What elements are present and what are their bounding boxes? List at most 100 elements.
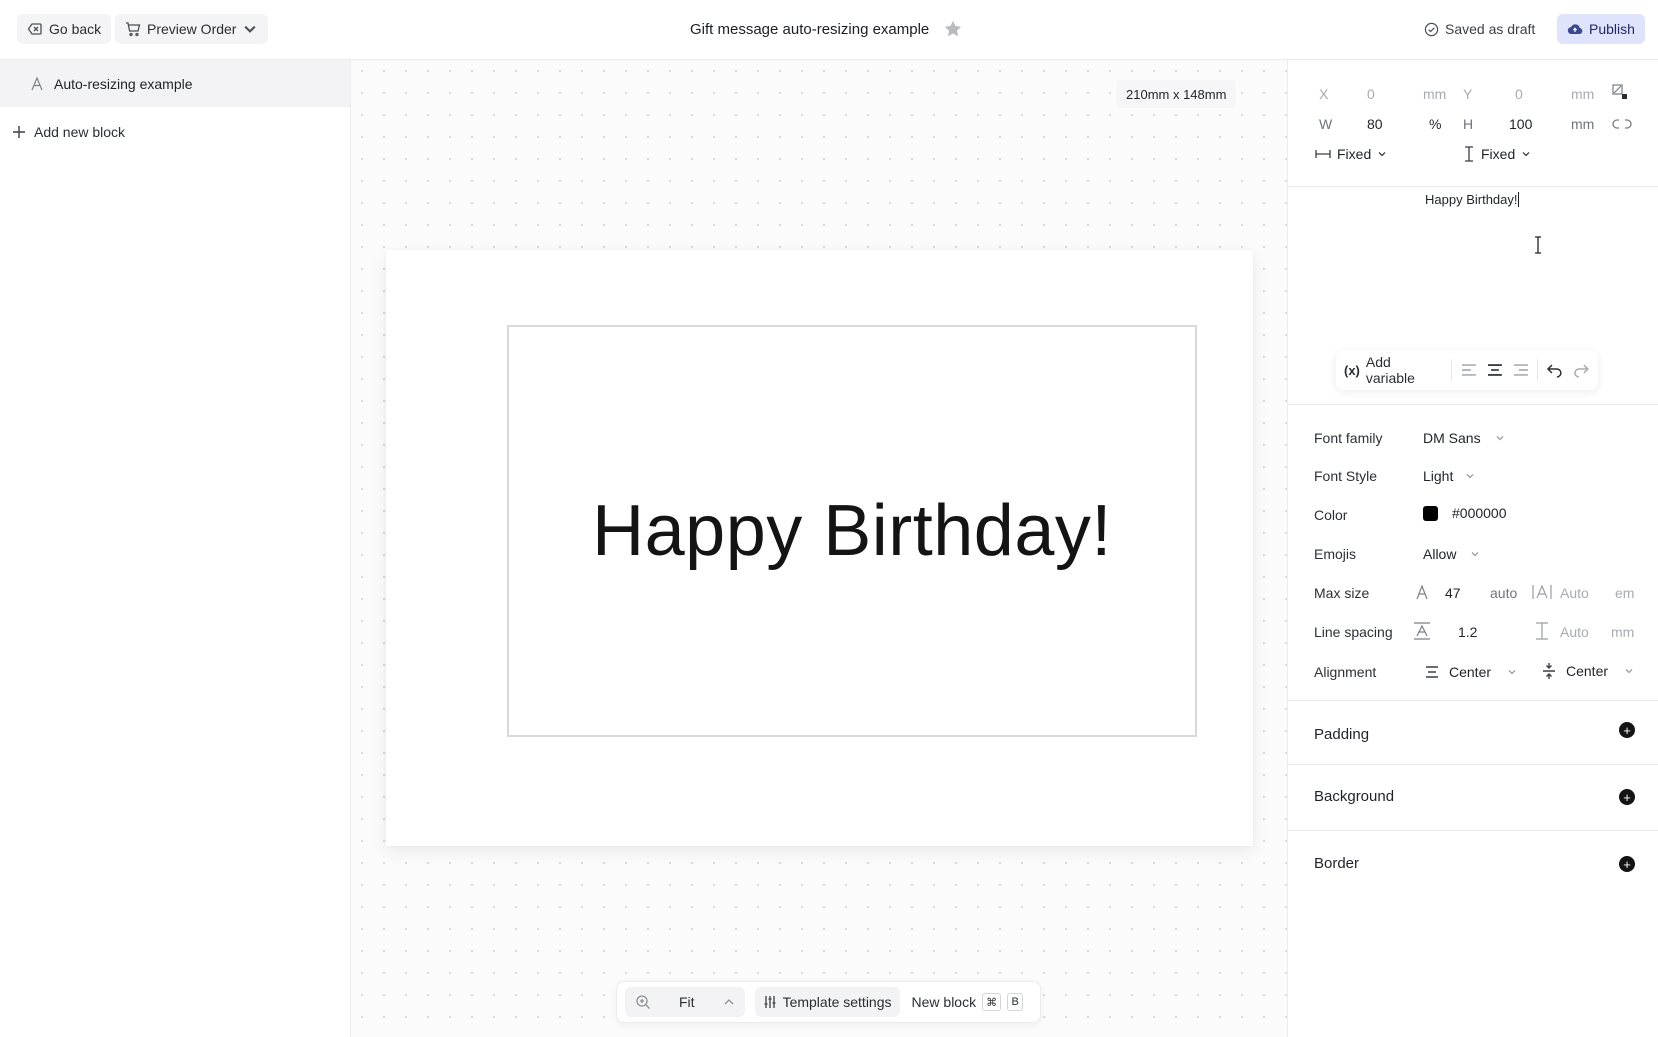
star-icon[interactable]: [943, 19, 963, 39]
y-input[interactable]: 0: [1515, 86, 1523, 102]
new-block-button[interactable]: New block ⌘ B: [910, 987, 1026, 1017]
app-root: Go back Preview Order Gift message auto-…: [0, 0, 1658, 1037]
h-label: H: [1463, 116, 1474, 132]
emojis-label: Emojis: [1314, 546, 1357, 562]
line-height-icon: [1414, 622, 1430, 640]
chevron-down-icon: [1508, 670, 1516, 675]
height-mode-select[interactable]: Fixed: [1463, 146, 1531, 162]
title-area: Gift message auto-resizing example: [690, 14, 963, 44]
sliders-icon: [764, 996, 776, 1008]
sidebar-item-auto-resizing-example[interactable]: Auto-resizing example: [0, 60, 350, 107]
cart-icon: [126, 22, 141, 37]
height-mode-label: Fixed: [1481, 146, 1516, 162]
add-new-block-label: Add new block: [34, 124, 126, 140]
font-style-select[interactable]: Light: [1423, 468, 1475, 484]
width-mode-select[interactable]: Fixed: [1315, 146, 1387, 162]
sidebar-item-label: Auto-resizing example: [54, 75, 193, 92]
card-page[interactable]: Happy Birthday!: [386, 250, 1253, 846]
horizontal-alignment-value: Center: [1449, 664, 1492, 680]
chevron-down-icon: [244, 25, 257, 33]
line-spacing-input[interactable]: 1.2: [1458, 624, 1477, 640]
add-border-icon[interactable]: +: [1619, 856, 1635, 872]
max-size-unit: em: [1615, 585, 1635, 601]
toolbar-divider: [1450, 359, 1452, 381]
text-editor[interactable]: Happy Birthday!: [1425, 192, 1519, 207]
new-block-label: New block: [911, 994, 977, 1010]
align-left-icon[interactable]: [1460, 363, 1478, 377]
h-input[interactable]: 100: [1509, 116, 1532, 132]
padding-section-title[interactable]: Padding: [1314, 726, 1369, 743]
text-block-frame[interactable]: Happy Birthday!: [507, 325, 1197, 737]
preview-order-button[interactable]: Preview Order: [115, 14, 269, 44]
chevron-down-icon: [1496, 436, 1504, 441]
horizontal-alignment-select[interactable]: Center: [1425, 664, 1517, 680]
color-label: Color: [1314, 507, 1348, 523]
divider: [1288, 404, 1658, 405]
go-back-button[interactable]: Go back: [17, 14, 112, 44]
undo-icon[interactable]: [1546, 362, 1564, 378]
vertical-alignment-select[interactable]: Center: [1542, 662, 1634, 680]
chevron-down-icon: [1378, 152, 1386, 157]
max-size-input[interactable]: 47: [1445, 585, 1461, 601]
line-spacing-unit: mm: [1611, 624, 1635, 640]
properties-panel: X 0 mm Y 0 mm W 80 % H 100 mm Fixed Fixe…: [1287, 60, 1658, 1037]
x-unit: mm: [1423, 86, 1447, 102]
background-section-title[interactable]: Background: [1314, 788, 1394, 805]
vertical-alignment-value: Center: [1566, 663, 1609, 679]
w-unit[interactable]: %: [1429, 116, 1441, 132]
h-unit[interactable]: mm: [1571, 116, 1594, 132]
w-label: W: [1319, 116, 1333, 132]
chevron-down-icon: [1466, 474, 1474, 479]
add-variable-button[interactable]: (x) Add variable: [1344, 354, 1443, 386]
align-center-icon[interactable]: [1486, 363, 1504, 377]
zoom-label: Fit: [679, 994, 695, 1010]
design-canvas[interactable]: 210mm x 148mm Happy Birthday! Fit Templa…: [351, 60, 1287, 1037]
template-settings-label: Template settings: [782, 994, 892, 1010]
x-input[interactable]: 0: [1367, 86, 1375, 102]
link-ratio-icon[interactable]: [1612, 116, 1632, 132]
vertical-resize-icon: [1465, 146, 1473, 162]
w-input[interactable]: 80: [1367, 116, 1383, 132]
line-spacing-label: Line spacing: [1314, 624, 1393, 640]
line-spacing-secondary-input[interactable]: Auto: [1560, 624, 1589, 640]
max-size-mode[interactable]: auto: [1490, 585, 1517, 601]
add-padding-icon[interactable]: +: [1619, 722, 1635, 738]
max-size-secondary-input[interactable]: Auto: [1560, 585, 1589, 601]
max-size-label: Max size: [1314, 585, 1370, 601]
y-unit: mm: [1571, 86, 1595, 102]
color-swatch[interactable]: [1423, 505, 1438, 521]
layers-sidebar: Auto-resizing example Add new block: [0, 60, 351, 1037]
redo-icon[interactable]: [1572, 362, 1590, 378]
zoom-control[interactable]: Fit: [625, 987, 745, 1017]
align-right-icon[interactable]: [1512, 363, 1530, 377]
template-settings-button[interactable]: Template settings: [754, 987, 900, 1017]
color-value[interactable]: #000000: [1452, 505, 1507, 521]
saved-status: Saved as draft: [1424, 14, 1535, 44]
width-mode-label: Fixed: [1337, 146, 1372, 162]
publish-button[interactable]: Publish: [1557, 14, 1645, 44]
text-block-content[interactable]: Happy Birthday!: [592, 490, 1112, 572]
divider: [1288, 830, 1658, 831]
add-variable-label: Add variable: [1365, 354, 1415, 386]
font-family-value: DM Sans: [1423, 430, 1481, 446]
plus-icon: [13, 126, 25, 138]
text-cursor-icon: [1535, 236, 1541, 254]
chevron-down-icon: [1625, 669, 1633, 674]
font-family-select[interactable]: DM Sans: [1423, 430, 1505, 446]
check-circle-icon: [1424, 22, 1439, 36]
variable-icon: (x): [1344, 362, 1360, 378]
divider: [1288, 700, 1658, 701]
shortcut-key-b: B: [1007, 993, 1024, 1011]
border-section-title[interactable]: Border: [1314, 855, 1359, 872]
publish-label: Publish: [1589, 21, 1635, 37]
add-new-block-button[interactable]: Add new block: [12, 120, 125, 144]
toolbar-divider: [1537, 359, 1539, 381]
emojis-select[interactable]: Allow: [1423, 546, 1480, 562]
color-picker[interactable]: #000000: [1423, 505, 1507, 521]
chevron-up-icon[interactable]: [723, 996, 735, 1008]
back-icon: [27, 23, 42, 35]
divider: [1288, 764, 1658, 765]
add-background-icon[interactable]: +: [1619, 789, 1635, 805]
top-bar: Go back Preview Order Gift message auto-…: [0, 0, 1658, 60]
resize-corner-icon[interactable]: [1610, 82, 1630, 102]
